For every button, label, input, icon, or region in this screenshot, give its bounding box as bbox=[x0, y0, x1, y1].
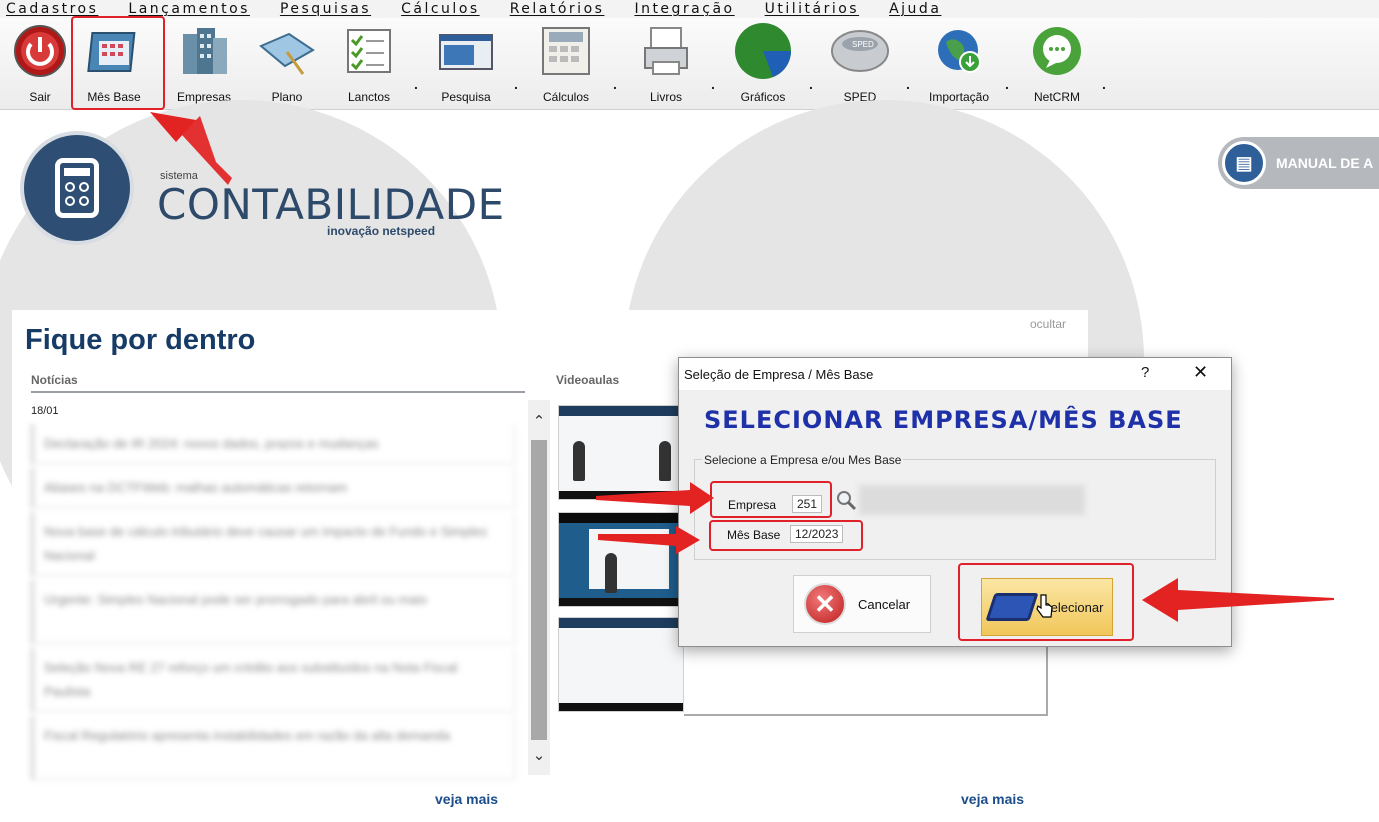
arrow-to-select-button bbox=[1142, 578, 1334, 622]
arrow-to-empresa bbox=[596, 482, 714, 514]
annotation-arrows bbox=[150, 112, 1334, 622]
arrow-to-mes-base-field bbox=[598, 526, 700, 554]
